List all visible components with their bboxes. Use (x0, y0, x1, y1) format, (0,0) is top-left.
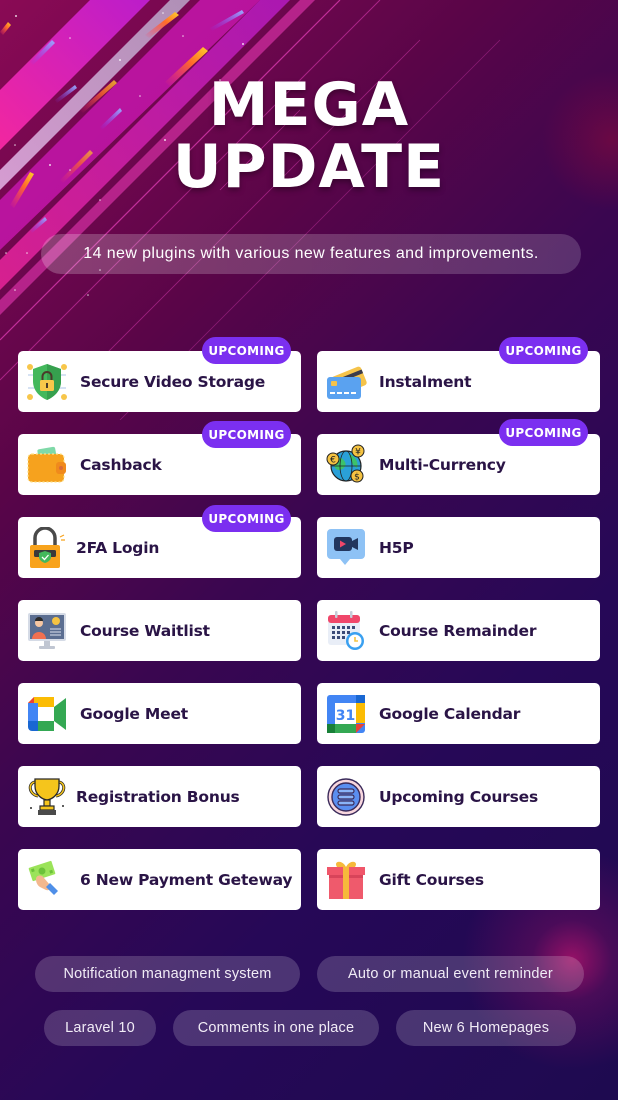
trophy-icon (28, 778, 66, 815)
feature-card-payment-gateway[interactable]: 6 New Payment Geteway (18, 849, 301, 910)
subtitle-pill: 14 new plugins with various new features… (41, 234, 581, 274)
upcoming-badge: UPCOMING (202, 421, 291, 448)
feature-card-course-remainder[interactable]: Course Remainder (317, 600, 600, 661)
google-meet-icon (28, 697, 66, 731)
calendar-day-number: 31 (336, 708, 355, 724)
gift-box-icon (327, 861, 365, 899)
feature-card-h5p[interactable]: H5P (317, 517, 600, 578)
padlock-shield-icon (30, 527, 65, 568)
feature-card-google-calendar[interactable]: 31 Google Calendar (317, 683, 600, 744)
svg-text:€: € (330, 456, 336, 466)
feature-label: 6 New Payment Geteway (80, 870, 293, 889)
video-camera-bubble-icon (327, 529, 365, 565)
extra-chip-homepages: New 6 Homepages (396, 1010, 576, 1046)
headline-mega: MEGA (208, 70, 410, 140)
extra-chip-event-reminder: Auto or manual event reminder (317, 956, 584, 992)
feature-label: H5P (379, 538, 414, 557)
list-circle-icon (327, 778, 365, 816)
feature-label: Multi-Currency (379, 455, 506, 474)
feature-label: Gift Courses (379, 870, 484, 889)
feature-label: Course Remainder (379, 621, 537, 640)
feature-card-gift-courses[interactable]: Gift Courses (317, 849, 600, 910)
upcoming-badge: UPCOMING (499, 337, 588, 364)
upcoming-badge: UPCOMING (202, 505, 291, 532)
feature-label: Instalment (379, 372, 472, 391)
wallet-icon (27, 446, 66, 483)
feature-label: Upcoming Courses (379, 787, 538, 806)
calendar-clock-icon (328, 611, 364, 650)
upcoming-badge: UPCOMING (499, 419, 588, 446)
headline-update: UPDATE (172, 132, 446, 202)
feature-label: Registration Bonus (76, 787, 240, 806)
feature-card-google-meet[interactable]: Google Meet (18, 683, 301, 744)
extra-chip-comments: Comments in one place (173, 1010, 379, 1046)
upcoming-badge: UPCOMING (202, 337, 291, 364)
globe-currency-icon: € ¥ $ (326, 444, 365, 483)
hand-money-icon (28, 860, 58, 895)
feature-card-upcoming-courses[interactable]: Upcoming Courses (317, 766, 600, 827)
extra-chip-notification-system: Notification managment system (35, 956, 300, 992)
shield-lock-icon (27, 364, 67, 400)
feature-card-registration-bonus[interactable]: Registration Bonus (18, 766, 301, 827)
credit-card-icon (327, 366, 367, 399)
feature-label: 2FA Login (76, 538, 160, 557)
feature-card-course-waitlist[interactable]: Course Waitlist (18, 600, 301, 661)
feature-label: Course Waitlist (80, 621, 210, 640)
svg-text:$: $ (354, 473, 360, 483)
feature-label: Cashback (80, 455, 162, 474)
google-calendar-icon: 31 (327, 695, 365, 733)
svg-text:¥: ¥ (355, 448, 361, 458)
feature-label: Google Calendar (379, 704, 521, 723)
monitor-user-icon (28, 613, 66, 649)
feature-label: Google Meet (80, 704, 188, 723)
extra-chip-laravel: Laravel 10 (44, 1010, 156, 1046)
